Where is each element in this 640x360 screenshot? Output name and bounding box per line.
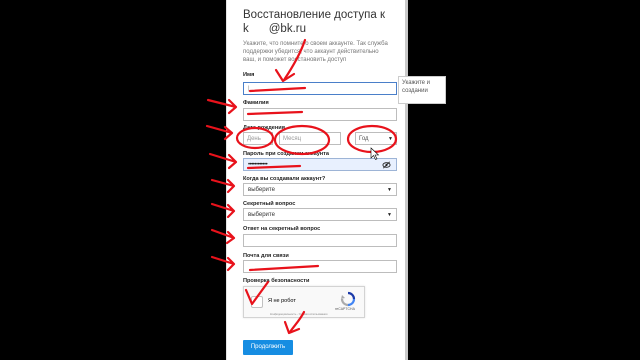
page-title: Восстановление доступа к k @bk.ru bbox=[243, 8, 403, 36]
surname-input[interactable] bbox=[243, 108, 397, 121]
title-account-domain: @bk.ru bbox=[268, 23, 306, 35]
contact-email-label: Почта для связи bbox=[243, 253, 289, 259]
recaptcha-brand: reCAPTCHA bbox=[335, 307, 355, 311]
video-frame: Восстановление доступа к k @bk.ru Укажит… bbox=[0, 0, 640, 360]
created-select-value: выберите bbox=[248, 187, 275, 193]
name-input[interactable]: | bbox=[243, 82, 397, 95]
title-line-1: Восстановление доступа к bbox=[243, 9, 386, 21]
tooltip-line-1: Укажите и bbox=[402, 80, 431, 86]
birth-year-select[interactable]: Год ▼ bbox=[355, 132, 397, 145]
recaptcha-logo-icon bbox=[340, 291, 356, 307]
title-account-prefix: k bbox=[243, 23, 249, 35]
security-check-label: Проверка безопасности bbox=[243, 278, 310, 284]
caret-down-icon: ▼ bbox=[388, 136, 393, 142]
recaptcha-footer[interactable]: Конфиденциальность - Условия использован… bbox=[270, 313, 327, 316]
caret-down-icon: ▼ bbox=[387, 212, 392, 218]
caret-down-icon: ▼ bbox=[387, 187, 392, 193]
password-input[interactable]: •••••••••••• bbox=[243, 158, 397, 171]
secret-question-label: Секретный вопрос bbox=[243, 201, 296, 207]
recovery-page: Восстановление доступа к k @bk.ru Укажит… bbox=[226, 0, 408, 360]
tooltip: Укажите и создании bbox=[398, 76, 446, 104]
birthdate-label: Дата рождения bbox=[243, 125, 285, 131]
surname-label: Фамилия bbox=[243, 100, 269, 106]
secret-answer-label: Ответ на секретный вопрос bbox=[243, 226, 321, 232]
contact-email-input[interactable] bbox=[243, 260, 397, 273]
tooltip-line-2: создании bbox=[402, 88, 428, 94]
recaptcha-checkbox-label: Я не робот bbox=[268, 298, 296, 304]
recaptcha-widget: Я не робот reCAPTCHA Конфиденциальность … bbox=[243, 286, 365, 318]
created-select[interactable]: выберите ▼ bbox=[243, 183, 397, 196]
eye-slash-icon[interactable] bbox=[382, 161, 391, 169]
created-label: Когда вы создавали аккаунт? bbox=[243, 176, 326, 182]
password-value: •••••••••••• bbox=[248, 162, 268, 168]
page-description: Укажите, что помните о своем аккаунте. Т… bbox=[243, 41, 388, 64]
secret-question-value: выберите bbox=[248, 212, 275, 218]
birth-day-input[interactable]: День bbox=[243, 132, 273, 145]
recaptcha-checkbox[interactable] bbox=[251, 296, 263, 308]
continue-button[interactable]: Продолжить bbox=[243, 340, 293, 355]
title-line-2: k @bk.ru bbox=[243, 22, 403, 36]
name-label: Имя bbox=[243, 72, 255, 78]
secret-answer-input[interactable] bbox=[243, 234, 397, 247]
birth-month-select[interactable]: Месяц bbox=[279, 132, 341, 145]
birth-year-value: Год bbox=[359, 136, 369, 142]
password-label: Пароль при создании аккаунта bbox=[243, 151, 330, 157]
secret-question-select[interactable]: выберите ▼ bbox=[243, 208, 397, 221]
